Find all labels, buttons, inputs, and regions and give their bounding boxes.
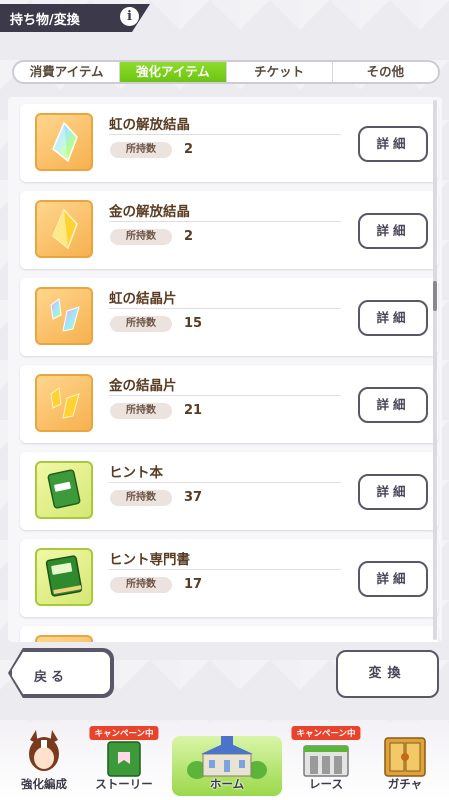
list-item: 金の結晶片 所持数 21 詳細: [20, 365, 438, 443]
story-book-icon: [107, 741, 141, 777]
item-name: 金の結晶片: [109, 378, 177, 394]
detail-button[interactable]: 詳細: [358, 387, 428, 423]
divider: [109, 569, 341, 570]
detail-button[interactable]: 詳細: [358, 300, 428, 336]
race-gate-icon: [303, 745, 349, 777]
tab-tickets[interactable]: チケット: [227, 62, 333, 82]
item-name: ヒント専門書: [109, 552, 190, 568]
nav-gacha[interactable]: ガチャ: [364, 722, 446, 800]
nav-race[interactable]: キャンペーン中 レース: [290, 722, 362, 800]
nav-label: ガチャ: [387, 777, 423, 791]
tab-enhancement-items[interactable]: 強化アイテム: [120, 62, 227, 82]
gold-shard-icon: [35, 374, 93, 432]
nav-label: レース: [309, 777, 343, 791]
list-item: ヒント専門書 所持数 17 詳細: [20, 539, 438, 617]
scrollbar-track[interactable]: [433, 100, 437, 640]
gold-crystal-icon: [35, 200, 93, 258]
owned-count: 37: [184, 490, 203, 505]
nav-home[interactable]: ホーム: [170, 722, 284, 800]
owned-count: 21: [184, 403, 203, 418]
nav-label: ストーリー: [95, 777, 153, 791]
owned-label: 所持数: [110, 577, 172, 593]
category-tabs: 消費アイテム 強化アイテム チケット その他: [12, 60, 440, 84]
rainbow-shard-icon: [35, 287, 93, 345]
divider: [109, 395, 341, 396]
home-building-icon: [187, 736, 267, 779]
item-name: ヒント本: [109, 465, 163, 481]
owned-label: 所持数: [110, 403, 172, 419]
owned-label: 所持数: [110, 316, 172, 332]
item-thumbnail: [35, 635, 93, 642]
nav-enhance-formation[interactable]: 強化編成: [4, 722, 84, 800]
detail-button[interactable]: 詳細: [358, 561, 428, 597]
divider: [109, 482, 341, 483]
list-item: 虹の結晶片 所持数 15 詳細: [20, 278, 438, 356]
owned-count: 2: [184, 229, 194, 244]
list-item: 金の解放結晶 所持数 2 詳細: [20, 191, 438, 269]
divider: [109, 221, 341, 222]
detail-button[interactable]: 詳細: [358, 474, 428, 510]
owned-label: 所持数: [110, 490, 172, 506]
tab-consumables[interactable]: 消費アイテム: [14, 62, 121, 82]
divider: [109, 134, 341, 135]
list-item: [20, 626, 438, 642]
owned-label: 所持数: [110, 229, 172, 245]
page-title: 持ち物/変換: [10, 13, 80, 28]
item-name: 虹の解放結晶: [109, 117, 190, 133]
detail-button[interactable]: 詳細: [358, 213, 428, 249]
hint-specialist-book-icon: [35, 548, 93, 606]
item-name: 金の解放結晶: [109, 204, 190, 220]
back-button-label: 戻る: [34, 670, 69, 685]
item-name: 虹の結晶片: [109, 291, 177, 307]
exchange-button[interactable]: 変換: [336, 650, 439, 698]
campaign-badge: キャンペーン中: [291, 726, 361, 740]
horse-girl-icon: [29, 730, 59, 771]
campaign-badge: キャンペーン中: [89, 726, 159, 740]
scrollbar-thumb[interactable]: [433, 281, 437, 311]
tab-other[interactable]: その他: [333, 62, 438, 82]
owned-count: 17: [184, 577, 203, 592]
owned-label: 所持数: [110, 142, 172, 158]
hint-book-icon: [35, 461, 93, 519]
nav-label: ホーム: [209, 777, 245, 791]
owned-count: 15: [184, 316, 203, 331]
nav-story[interactable]: キャンペーン中 ストーリー: [88, 722, 160, 800]
rainbow-crystal-icon: [35, 113, 93, 171]
gacha-door-icon: [384, 737, 426, 777]
divider: [109, 308, 341, 309]
list-item: ヒント本 所持数 37 詳細: [20, 452, 438, 530]
owned-count: 2: [184, 142, 194, 157]
list-item: 虹の解放結晶 所持数 2 詳細: [20, 104, 438, 182]
info-icon[interactable]: i: [120, 7, 139, 26]
item-list[interactable]: 虹の解放結晶 所持数 2 詳細 金の解放結晶 所持数 2 詳細 虹の結晶片 所持…: [8, 97, 442, 642]
nav-label: 強化編成: [21, 777, 67, 791]
detail-button[interactable]: 詳細: [358, 126, 428, 162]
